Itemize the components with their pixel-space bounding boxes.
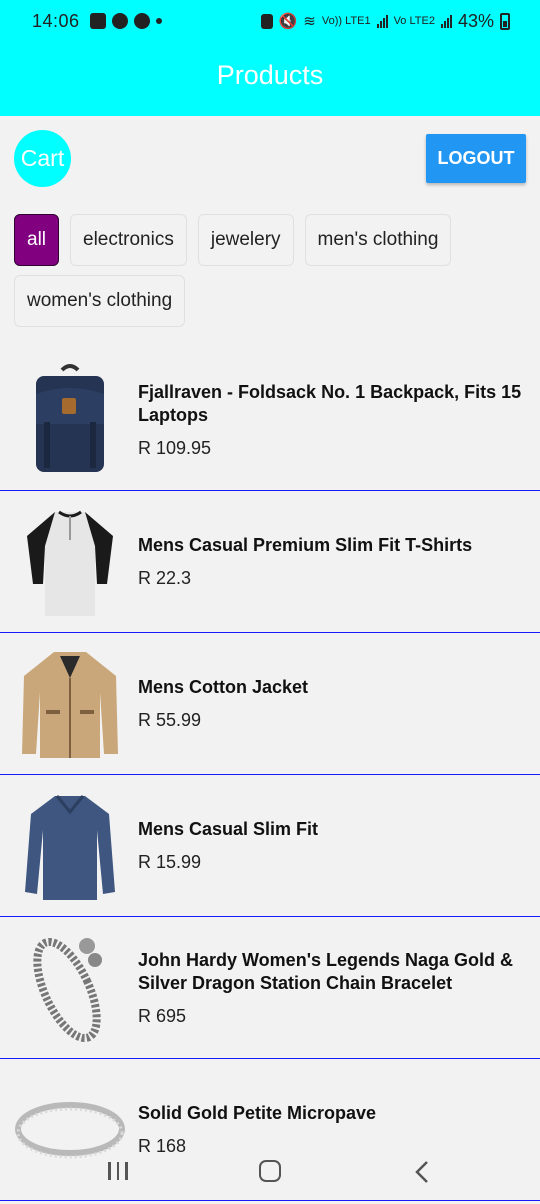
alarm-icon [260,13,273,29]
logout-button[interactable]: LOGOUT [426,134,526,183]
wifi-icon: ≋ [303,13,316,30]
cart-button[interactable]: Cart [14,130,71,187]
recent-apps-icon[interactable] [108,1162,128,1180]
gallery-icon [89,13,106,29]
product-item[interactable]: Mens Casual Premium Slim Fit T-Shirts R … [0,491,540,633]
network-label-1: Vo)) LTE1 [321,15,371,27]
more-notifications-icon [155,18,162,24]
product-price: R 109.95 [138,437,212,458]
mute-icon: 🔇 [278,13,298,30]
signal-icon [376,14,388,28]
battery-percent: 43% [457,10,494,31]
category-filter: all electronics jewelery men's clothing … [14,214,526,327]
product-item[interactable]: Mens Cotton Jacket R 55.99 [0,633,540,775]
app-header: 14:06 🔇 ≋ Vo)) LTE1 Vo LTE2 43% Products [0,0,540,116]
raglan-shirt-image [14,503,126,621]
product-price: R 695 [138,1005,187,1026]
product-title: Mens Casual Slim Fit [138,819,319,839]
battery-icon [500,12,510,30]
backpack-image [14,361,126,479]
product-item[interactable]: Fjallraven - Foldsack No. 1 Backpack, Fi… [0,349,540,491]
network-label-2: Vo LTE2 [393,15,435,27]
product-item[interactable]: John Hardy Women's Legends Naga Gold & S… [0,917,540,1059]
long-sleeve-shirt-image [14,787,126,905]
back-icon[interactable] [414,1160,430,1189]
category-chip-mens-clothing[interactable]: men's clothing [304,214,452,266]
product-title: Fjallraven - Foldsack No. 1 Backpack, Fi… [138,381,522,425]
status-bar: 14:06 🔇 ≋ Vo)) LTE1 Vo LTE2 43% [0,0,540,42]
product-price: R 15.99 [138,852,202,872]
product-title: Mens Cotton Jacket [138,677,309,697]
product-title: Solid Gold Petite Micropave [138,1103,377,1123]
category-chip-electronics[interactable]: electronics [70,214,187,266]
page-title: Products [216,60,324,90]
product-price: R 55.99 [138,710,202,730]
home-icon[interactable] [259,1160,281,1182]
product-item[interactable]: Mens Casual Slim Fit R 15.99 [0,775,540,917]
product-title: John Hardy Women's Legends Naga Gold & S… [138,949,514,993]
category-chip-womens-clothing[interactable]: women's clothing [14,275,186,327]
status-time: 14:06 [32,10,80,31]
bracelet-image [14,929,126,1047]
signal-icon-2 [440,14,452,28]
category-chip-jewelery[interactable]: jewelery [197,214,294,266]
product-title: Mens Casual Premium Slim Fit T-Shirts [138,535,473,555]
jacket-image [14,645,126,763]
whatsapp-icon [111,13,128,29]
product-price: R 22.3 [138,568,192,588]
product-list: Fjallraven - Foldsack No. 1 Backpack, Fi… [0,349,540,1201]
app-notification-icon [133,13,150,29]
category-chip-all[interactable]: all [14,214,60,266]
